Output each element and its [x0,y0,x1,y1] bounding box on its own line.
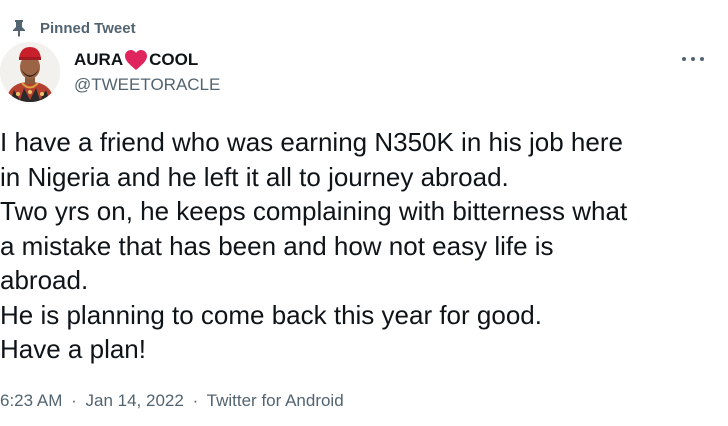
display-name-part-2: COOL [149,50,199,69]
tweet-line: Two yrs on, he keeps complaining with bi… [0,196,628,226]
tweet-line: a mistake that has been and how not easy… [0,230,554,261]
meta-separator: · [192,391,199,410]
author-info[interactable]: AURA COOL @TWEETORACLE [74,48,220,95]
tweet-line: in Nigeria and he left it all to journey… [0,161,509,192]
avatar-image [0,42,60,102]
more-dot [691,57,695,61]
tweet-line: Have a plan! [0,334,146,364]
pinned-tweet-indicator: Pinned Tweet [12,18,136,38]
tweet-source-link[interactable]: Twitter for Android [207,391,344,410]
display-name[interactable]: AURA COOL [74,48,220,72]
pin-icon [13,20,25,37]
tweet-line: I have a friend who was earning N350K in… [0,127,623,157]
tweet-metadata: 6:23 AM · Jan 14, 2022 · Twitter for And… [0,391,344,411]
heart-icon [125,50,148,70]
tweet-line: abroad. [0,265,89,295]
more-options-icon[interactable] [682,54,704,64]
tweet-date[interactable]: Jan 14, 2022 [86,391,184,410]
tweet-time[interactable]: 6:23 AM [0,391,62,410]
more-dot [700,57,704,61]
display-name-part-1: AURA [74,50,124,69]
tweet-text: I have a friend who was earning N350K in… [0,125,720,367]
tweet-line: He is planning to come back this year fo… [0,299,542,330]
avatar[interactable] [0,42,60,102]
user-handle[interactable]: @TWEETORACLE [74,75,220,95]
more-dot [682,57,686,61]
meta-separator: · [71,391,77,410]
pinned-label: Pinned Tweet [40,19,136,37]
